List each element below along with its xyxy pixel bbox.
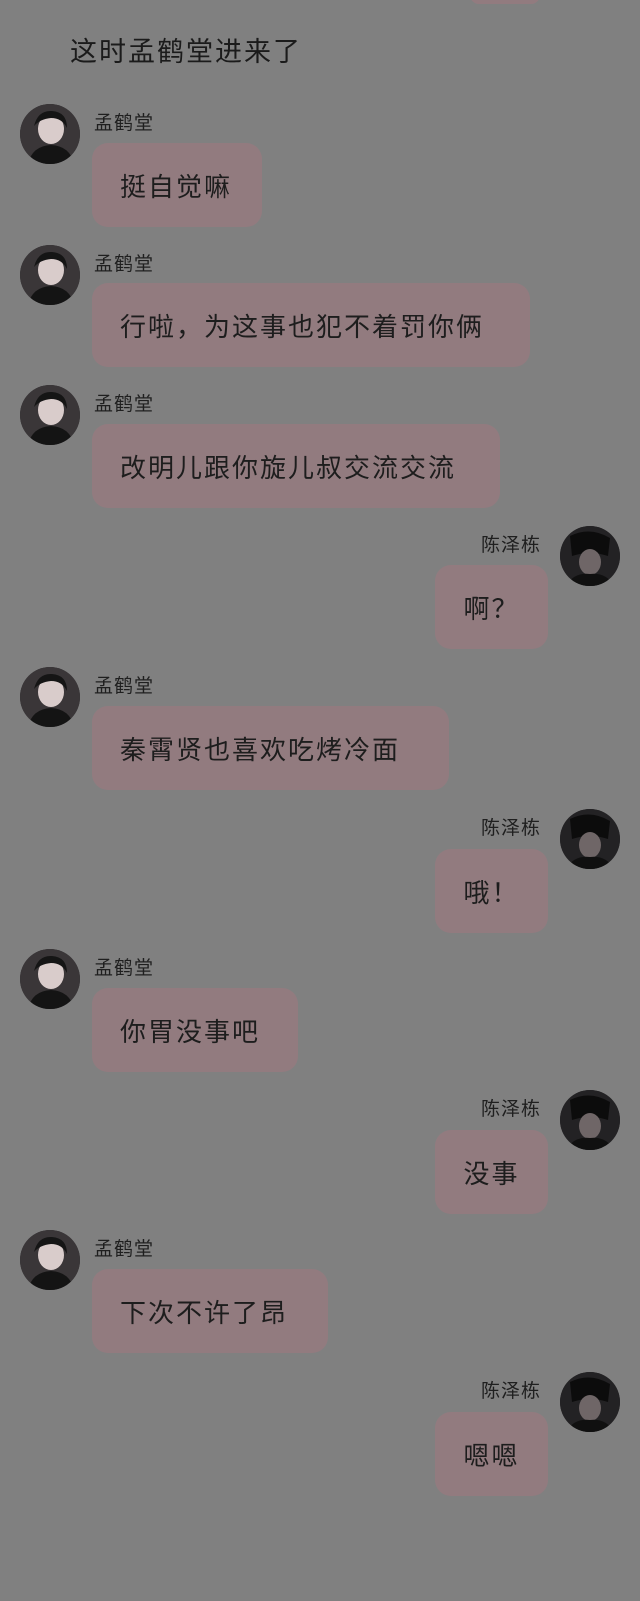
message-bubble: 改明儿跟你旋儿叔交流交流	[92, 424, 500, 508]
avatar-chen-zedong[interactable]	[560, 526, 620, 586]
sender-name: 陈泽栋	[481, 817, 542, 839]
sender-name: 陈泽栋	[481, 534, 542, 556]
message-bubble: 行啦，为这事也犯不着罚你俩	[92, 283, 530, 367]
message-bubble: 没事	[435, 1130, 548, 1214]
sender-name: 孟鹤堂	[94, 957, 155, 979]
sender-name: 陈泽栋	[481, 1380, 542, 1402]
narration-text: 这时孟鹤堂进来了	[70, 37, 302, 68]
message-bubble: 秦霄贤也喜欢吃烤冷面	[92, 706, 449, 790]
sender-name: 陈泽栋	[481, 1098, 542, 1120]
avatar-chen-zedong[interactable]	[560, 809, 620, 869]
message-bubble: 你胃没事吧	[92, 988, 298, 1072]
message-bubble: 嗯嗯	[435, 1412, 548, 1496]
avatar-meng-hetang[interactable]	[20, 1230, 80, 1290]
avatar-chen-zedong[interactable]	[560, 1372, 620, 1432]
avatar-chen-zedong[interactable]	[560, 1090, 620, 1150]
avatar-meng-hetang[interactable]	[20, 385, 80, 445]
avatar-meng-hetang[interactable]	[20, 667, 80, 727]
message-bubble: 哦！	[435, 849, 548, 933]
avatar-meng-hetang[interactable]	[20, 104, 80, 164]
message-bubble: 啊？	[435, 565, 548, 649]
message-bubble: 下次不许了昂	[92, 1269, 328, 1353]
sender-name: 孟鹤堂	[94, 112, 155, 134]
previous-bubble-edge	[470, 0, 540, 4]
avatar-meng-hetang[interactable]	[20, 245, 80, 305]
sender-name: 孟鹤堂	[94, 1238, 155, 1260]
sender-name: 孟鹤堂	[94, 253, 155, 275]
message-bubble: 挺自觉嘛	[92, 143, 262, 227]
sender-name: 孟鹤堂	[94, 393, 155, 415]
sender-name: 孟鹤堂	[94, 675, 155, 697]
avatar-meng-hetang[interactable]	[20, 949, 80, 1009]
